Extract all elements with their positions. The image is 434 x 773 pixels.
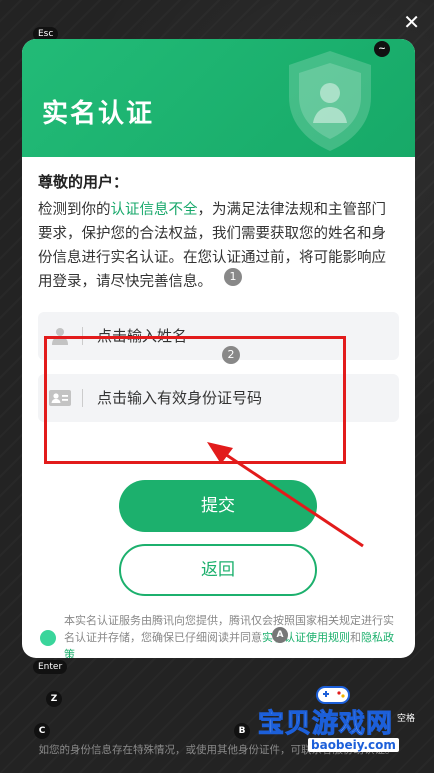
- close-icon[interactable]: ✕: [403, 10, 420, 34]
- user-icon: [38, 327, 82, 345]
- notice-before: 检测到你的: [38, 202, 111, 218]
- dialog-title: 实名认证: [42, 99, 155, 129]
- id-field[interactable]: [38, 374, 399, 422]
- name-input[interactable]: [95, 326, 399, 346]
- step-badge-2: 2: [222, 346, 240, 364]
- id-number-input[interactable]: [95, 388, 399, 408]
- red-arrow-icon: [207, 442, 364, 548]
- tilde-key-hint: ~: [374, 41, 390, 57]
- z-key-hint: Z: [46, 691, 62, 707]
- enter-key-hint: Enter: [33, 660, 68, 674]
- step-badge-1: 1: [224, 268, 242, 286]
- field-divider: [82, 327, 83, 345]
- notice-text: 检测到你的认证信息不全，为满足法律法规和主管部门要求，保护您的合法权益，我们需要…: [38, 198, 399, 294]
- watermark-title: 宝贝游戏网: [257, 709, 394, 740]
- field-divider: [82, 389, 83, 407]
- b-key-hint: B: [234, 723, 250, 739]
- greeting: 尊敬的用户：: [38, 173, 129, 191]
- id-card-icon: [38, 390, 82, 406]
- space-key-hint: 空格: [397, 714, 416, 724]
- agreement-text: 本实名认证服务由腾讯向您提供，腾讯仅会按照国家相关规定进行实名认证并存储，您确保…: [64, 612, 400, 658]
- a-key-hint: A: [272, 627, 288, 643]
- agree-checkbox[interactable]: [40, 630, 56, 646]
- c-key-hint: C: [34, 723, 50, 739]
- agreement-and: 和: [350, 631, 361, 644]
- real-name-dialog: 实名认证 尊敬的用户： 检测到你的认证信息不全，为满足法律法规和主管部门要求，保…: [22, 39, 415, 658]
- shield-user-icon: [289, 51, 371, 151]
- watermark-url: baobeiy.com: [308, 738, 399, 752]
- dialog-body: 尊敬的用户： 检测到你的认证信息不全，为满足法律法规和主管部门要求，保护您的合法…: [22, 157, 415, 422]
- agreement: 本实名认证服务由腾讯向您提供，腾讯仅会按照国家相关规定进行实名认证并存储，您确保…: [40, 612, 400, 658]
- name-field[interactable]: [38, 312, 399, 360]
- watermark-logo: 宝贝游戏网 baobeiy.com: [257, 683, 418, 755]
- notice-highlight: 认证信息不全: [110, 202, 198, 218]
- dialog-header: 实名认证: [22, 39, 415, 157]
